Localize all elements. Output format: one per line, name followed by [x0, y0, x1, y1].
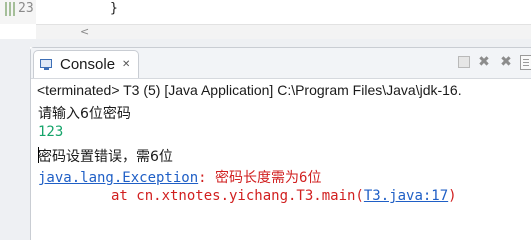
sash-divider[interactable]	[0, 39, 531, 47]
console-line-prompt: 请输入6位密码	[38, 106, 131, 122]
process-description: <terminated> T3 (5) [Java Application] C…	[37, 82, 462, 98]
editor-gutter: 23	[0, 0, 36, 24]
console-tabbar: Console ✕ ✖ ✖	[31, 48, 531, 79]
tab-console-label: Console	[60, 56, 116, 73]
stack-suffix: )	[448, 188, 457, 204]
new-console-icon[interactable]	[520, 55, 531, 70]
line-number: 23	[18, 1, 34, 16]
remove-launch-icon[interactable]: ✖	[476, 54, 492, 70]
terminate-icon[interactable]	[458, 56, 470, 68]
tab-console[interactable]: Console ✕	[33, 50, 140, 78]
console-line-input: 123	[38, 124, 64, 140]
fold-marker-icon[interactable]	[5, 2, 15, 16]
console-view: Console ✕ ✖ ✖ <terminated> T3 (5) [Java …	[30, 47, 531, 240]
console-line-error-msg: 密码设置错误，需6位	[38, 149, 173, 165]
ide-window: 23 } < Console ✕ ✖ ✖ <terminated> T3 (5)…	[0, 0, 531, 240]
exception-class-link[interactable]: java.lang.Exception	[38, 170, 198, 186]
left-trim	[0, 47, 30, 240]
code-line[interactable]: }	[110, 1, 118, 16]
scroll-left-arrow-icon[interactable]: <	[80, 25, 89, 39]
exception-line: java.lang.Exception: 密码长度需为6位	[38, 167, 321, 187]
editor-area[interactable]: 23 }	[0, 0, 531, 24]
stack-source-link[interactable]: T3.java:17	[364, 188, 448, 204]
stack-prefix: at cn.xtnotes.yichang.T3.main(	[111, 188, 364, 204]
remove-all-icon[interactable]: ✖	[498, 54, 514, 70]
stack-trace-line: at cn.xtnotes.yichang.T3.main(T3.java:17…	[111, 188, 457, 204]
console-toolbar: ✖ ✖	[458, 54, 531, 70]
console-icon	[40, 58, 54, 71]
exception-message: : 密码长度需为6位	[198, 170, 322, 186]
close-icon[interactable]: ✕	[122, 59, 130, 70]
editor-horizontal-scrollbar[interactable]: <	[36, 24, 531, 39]
